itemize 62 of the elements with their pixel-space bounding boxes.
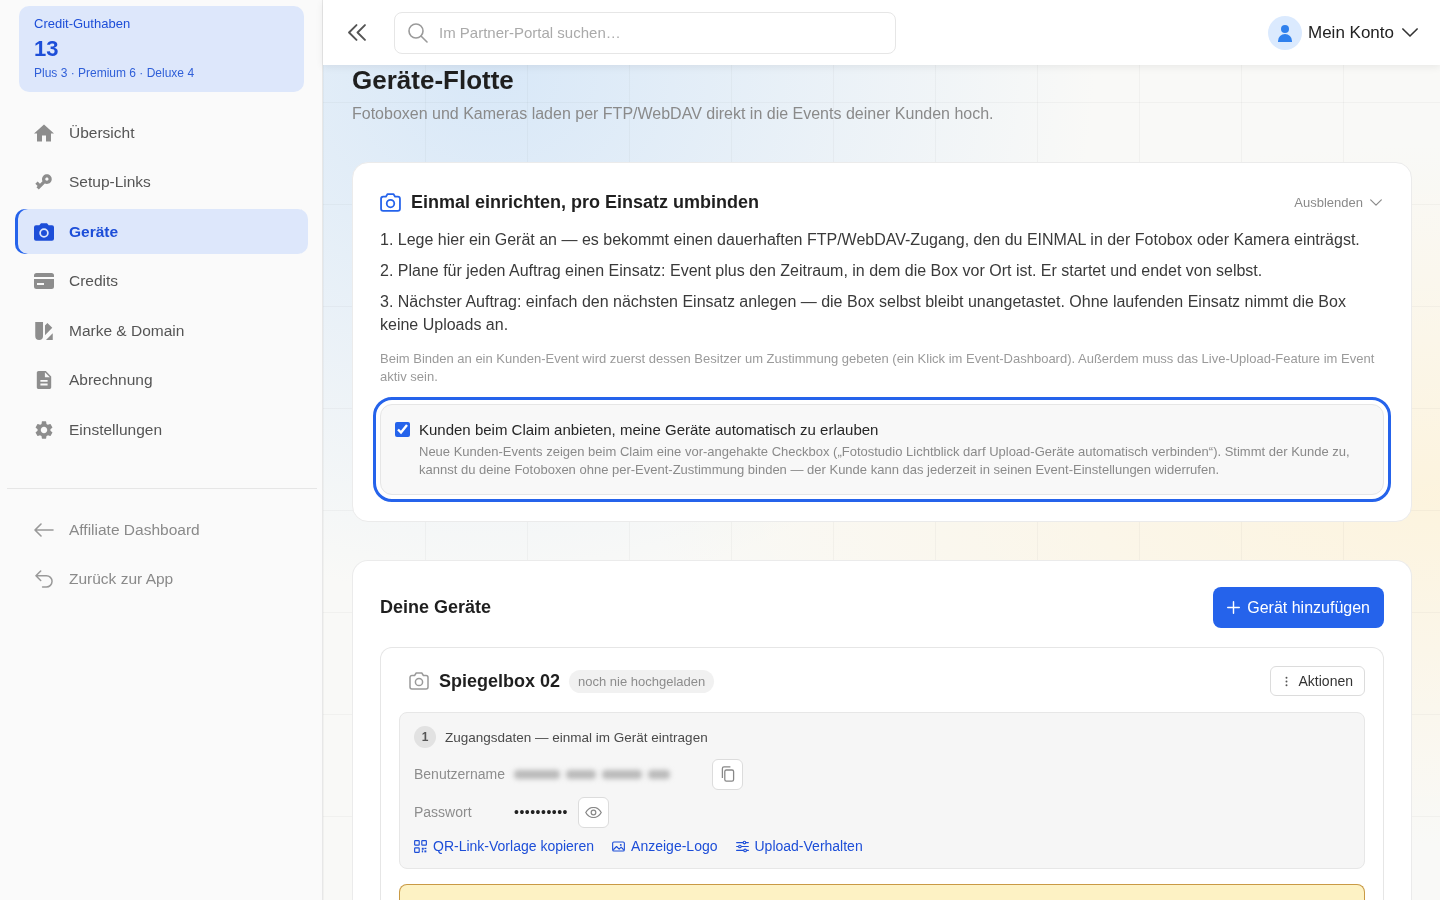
credit-label: Credit-Guthaben [34, 16, 132, 32]
nav-item[interactable]: Geräte [15, 209, 308, 254]
return-arrow-icon [34, 570, 54, 588]
add-device-button[interactable]: Gerät hinzufügen [1213, 587, 1384, 628]
document-icon [34, 371, 54, 389]
field-label: Passwort [414, 804, 473, 820]
copy-icon [720, 766, 735, 782]
step-number: 1 [414, 726, 436, 748]
step-text: 1. Lege hier ein Gerät an — es bekommt einen dauerhaften FTP/WebDAV-Zugang, den du EINMAL in der Fotobox oder Kamera einträgst. [380, 230, 1361, 250]
arrow-left-icon [34, 520, 54, 539]
option-label: Kunden beim Claim anbieten, meine Geräte automatisch zu erlauben [419, 420, 880, 440]
eye-icon [585, 806, 602, 818]
step-title: Zugangsdaten — einmal im Gerät eintragen [445, 729, 708, 745]
nav-item[interactable]: Einstellungen [15, 407, 308, 452]
credit-total: 13 [34, 36, 60, 62]
image-icon [612, 839, 626, 853]
note-text: Beim Binden an ein Kunden-Event wird zuerst dessen Besitzer um Zustimmung gebeten (ein Klick im Event-Dashboard). Außerdem muss das Live-Upload-Feature im Event aktiv sein. [380, 350, 1376, 386]
credit-breakdown: Plus 3 · Premium 6 · Deluxe 4 [34, 65, 196, 81]
collapse-sidebar-button[interactable] [348, 24, 366, 41]
password-value: •••••••••• [514, 804, 568, 820]
house-icon [34, 123, 54, 142]
gear-icon [34, 420, 54, 439]
sliders-icon [735, 839, 749, 853]
actions-button[interactable]: Aktionen [1269, 666, 1365, 696]
nav-item[interactable]: Übersicht [15, 110, 308, 155]
chevron-down-icon [1402, 28, 1418, 37]
option-description: Neue Kunden-Events zeigen beim Claim eine vor-angehakte Checkbox („Fotostudio Lichtblick darf Upload-Geräte automatisch verbinden“). Stimmt der Kunde zu, kannst du deine Fotoboxen ohne per-Event-Zustimmung binden — der Kunde kann das jederzeit in seinen Event-Einstellungen widerrufen. [419, 443, 1351, 479]
page-title: Geräte-Flotte [352, 65, 515, 95]
step-text: 3. Nächster Auftrag: einfach den nächsten Einsatz anlegen — die Box selbst bleibt unangetastet. Ohne laufenden Einsatz nimmt die Box keine Uploads an. [380, 292, 1347, 335]
plus-icon [1227, 601, 1241, 614]
camera-icon [34, 222, 54, 241]
avatar-icon [1268, 15, 1302, 50]
qr-code-icon [414, 839, 427, 853]
device-name: Spiegelbox 02 [439, 670, 561, 692]
vertical-dots-icon [1284, 675, 1288, 687]
search-field[interactable]: Im Partner-Portal suchen… [394, 11, 896, 54]
chevron-down-icon [1370, 198, 1382, 206]
copy-button[interactable] [712, 758, 743, 790]
step-text: 2. Plane für jeden Auftrag einen Einsatz: Event plus den Zeitraum, in dem die Box vor Ort ist. Er startet und endet von selbst. [380, 261, 1264, 281]
field-label: Benutzername [414, 766, 507, 782]
card-title: Deine Geräte [380, 597, 492, 618]
key-icon [34, 173, 54, 191]
copy-qr-link-template-link[interactable]: QR-Link-Vorlage kopieren [414, 838, 595, 854]
checkbox[interactable] [395, 422, 410, 437]
card-title: Einmal einrichten, pro Einsatz umbinden [411, 191, 760, 213]
nav-item[interactable]: Credits [15, 258, 308, 304]
display-logo-link[interactable]: Anzeige-Logo [612, 838, 718, 854]
show-password-button[interactable] [578, 796, 609, 828]
page-subtitle: Fotoboxen und Kameras laden per FTP/WebDAV direkt in die Events deiner Kunden hoch. [352, 104, 995, 124]
hide-toggle-button[interactable]: Ausblenden [1294, 194, 1382, 210]
upload-behavior-link[interactable]: Upload-Verhalten [735, 838, 863, 854]
nav-item[interactable]: Marke & Domain [15, 308, 308, 353]
camera-icon [409, 672, 429, 690]
camera-icon [380, 192, 401, 212]
search-icon [408, 22, 428, 43]
nav-item[interactable]: Abrechnung [15, 357, 308, 403]
upload-status-tag: noch nie hochgeladen [569, 669, 715, 693]
color-swatch-icon [34, 321, 54, 340]
account-menu-button[interactable]: Mein Konto [1268, 15, 1418, 50]
double-chevron-left-icon [348, 24, 366, 41]
nav-item[interactable]: Setup-Links [15, 159, 308, 205]
credit-card-icon [34, 272, 54, 290]
